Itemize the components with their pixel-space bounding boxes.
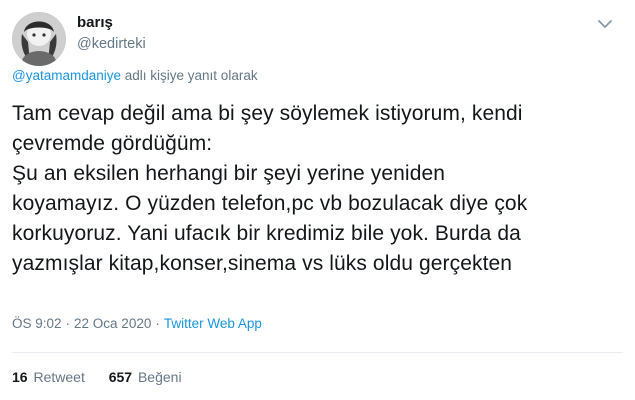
tweet-meta: ÖS 9:02 · 22 Oca 2020 · Twitter Web App	[12, 316, 262, 331]
retweets-stat[interactable]: 16 Retweet	[12, 369, 85, 385]
reply-context: @yatamamdaniye adlı kişiye yanıt olarak	[12, 68, 258, 83]
chevron-down-icon[interactable]	[595, 14, 615, 34]
tweet-text-line: koyamayız. O yüzden telefon,pc vb bozula…	[12, 192, 528, 215]
likes-count: 657	[108, 369, 133, 385]
likes-label: Beğeni	[137, 369, 182, 385]
divider	[12, 352, 623, 353]
author-name[interactable]: barış	[77, 14, 113, 31]
tweet-source-link[interactable]: Twitter Web App	[164, 316, 262, 331]
tweet-text: Tam cevap değil ama bi şey söylemek isti…	[12, 99, 622, 279]
tweet-card: barış @kedirteki @yatamamdaniye adlı kiş…	[0, 0, 635, 400]
tweet-text-line: korkuyoruz. Yani ufacık bir kredimiz bil…	[12, 222, 521, 245]
tweet-text-line: Şu an eksilen herhangi bir şeyi yerine y…	[12, 162, 446, 185]
reply-context-text: adlı kişiye yanıt olarak	[121, 68, 258, 83]
tweet-date[interactable]: 22 Oca 2020	[74, 316, 151, 331]
tweet-text-line: çevremde gördüğüm:	[12, 132, 213, 155]
tweet-time[interactable]: ÖS 9:02	[12, 316, 62, 331]
retweets-label: Retweet	[33, 369, 85, 385]
tweet-stats: 16 Retweet 657 Beğeni	[12, 369, 202, 385]
tweet-text-line: yazmışlar kitap,konser,sinema vs lüks ol…	[12, 252, 513, 275]
avatar[interactable]	[12, 12, 66, 66]
meta-separator: ·	[65, 316, 71, 331]
reply-mention-link[interactable]: @yatamamdaniye	[12, 68, 121, 83]
author-handle[interactable]: @kedirteki	[77, 36, 146, 52]
likes-stat[interactable]: 657 Beğeni	[109, 369, 182, 385]
meta-separator: ·	[155, 316, 160, 331]
tweet-text-line: Tam cevap değil ama bi şey söylemek isti…	[12, 102, 523, 125]
retweets-count: 16	[12, 369, 28, 385]
